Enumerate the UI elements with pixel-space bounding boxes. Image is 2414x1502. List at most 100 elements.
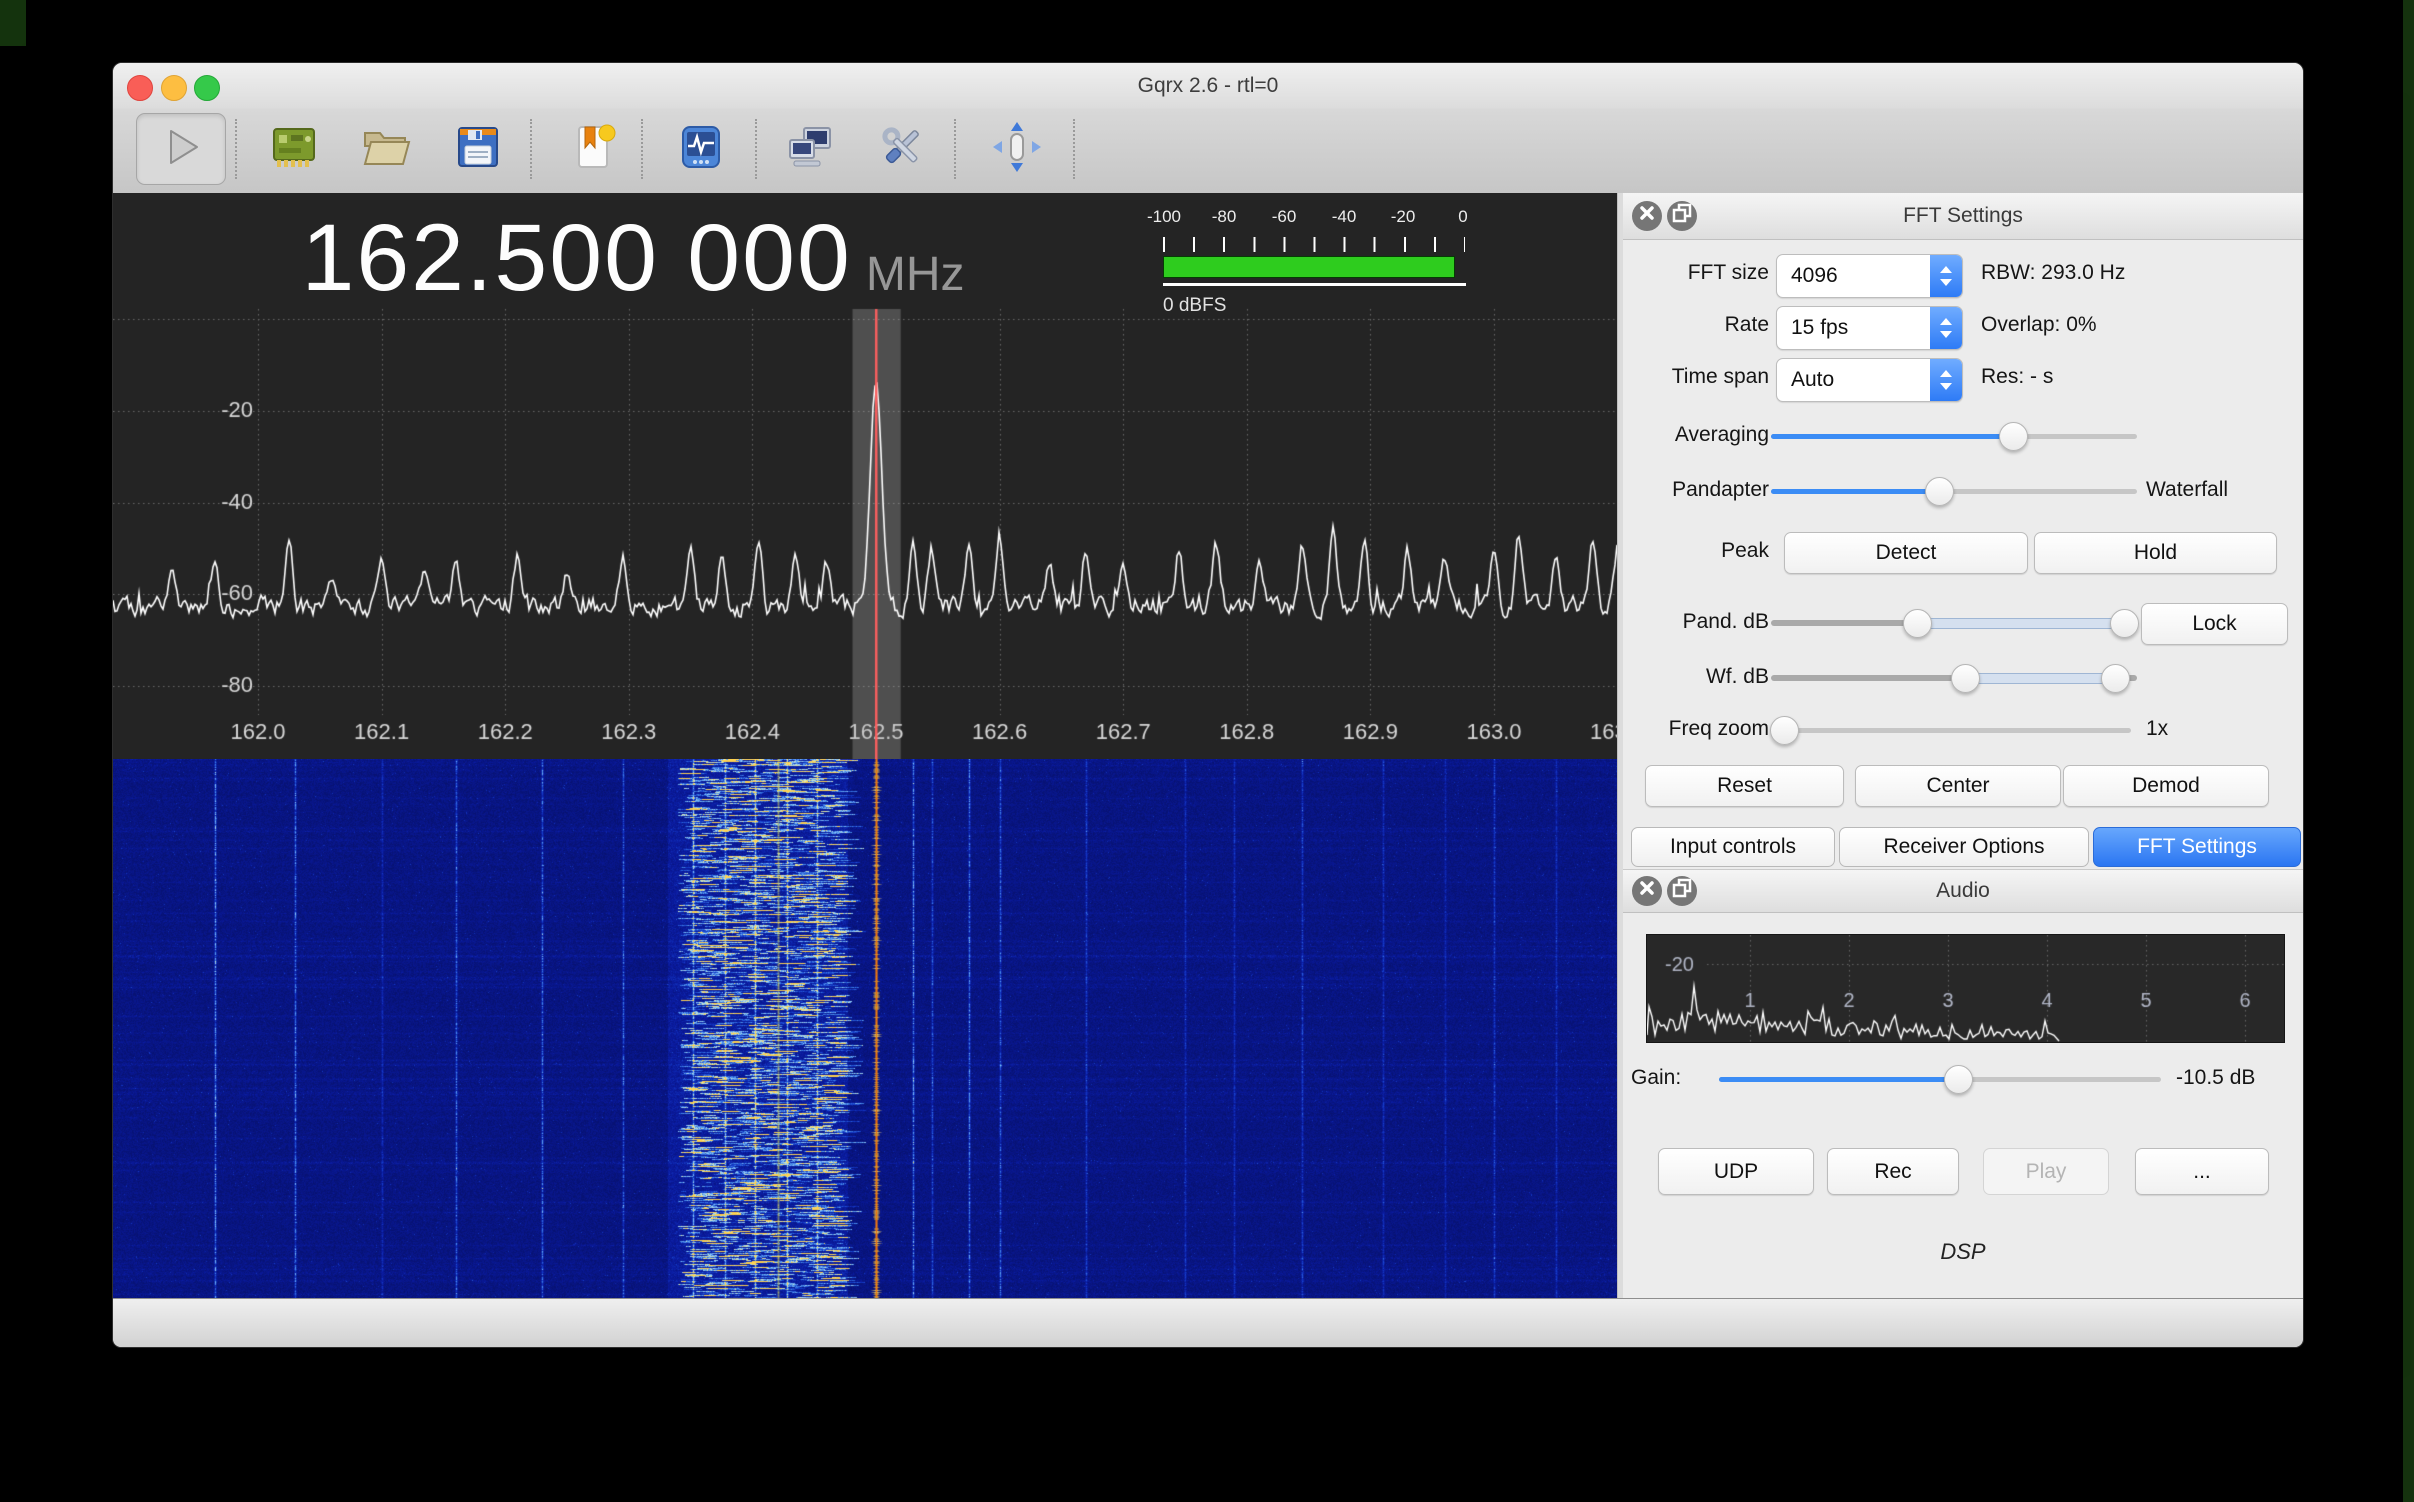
tools-icon <box>875 120 929 179</box>
meter-tick-label: -60 <box>1272 207 1297 227</box>
toolbar-separator <box>641 119 643 179</box>
rec-button[interactable]: Rec <box>1827 1148 1959 1195</box>
dbfs-meter-scale: -100 -80 -60 -40 -20 0 <box>1135 207 1495 229</box>
reset-button[interactable]: Reset <box>1645 765 1844 807</box>
gain-label: Gain: <box>1631 1066 1681 1090</box>
freq-zoom-readout: 1x <box>2146 717 2168 741</box>
desktop-wallpaper-edge <box>2403 0 2414 1502</box>
rate-label: Rate <box>1623 313 1769 337</box>
range-handle-high[interactable] <box>2110 609 2139 638</box>
pandapter-label: Pandapter <box>1623 478 1769 502</box>
toolbar-separator <box>530 119 532 179</box>
range-handle-high[interactable] <box>2101 664 2130 693</box>
pan-zoom-icon <box>990 120 1044 179</box>
toolbar-separator <box>1073 119 1075 179</box>
frequency-display[interactable]: 162.500 000MHz <box>113 209 1153 307</box>
start-dsp-button[interactable] <box>136 113 226 185</box>
audio-options-button[interactable]: ... <box>2135 1148 2269 1195</box>
slider-handle[interactable] <box>1999 422 2028 451</box>
res-info: Res: - s <box>1981 365 2053 389</box>
audio-gain-slider[interactable] <box>1719 1069 2161 1089</box>
tab-receiver-options[interactable]: Receiver Options <box>1839 827 2089 867</box>
fft-size-label: FFT size <box>1623 261 1769 285</box>
fft-size-value: 4096 <box>1777 264 1930 288</box>
overlap-info: Overlap: 0% <box>1981 313 2097 337</box>
device-config-icon <box>267 120 321 179</box>
wf-db-label: Wf. dB <box>1623 665 1769 689</box>
stepper-icon[interactable] <box>1930 307 1962 349</box>
tools-button[interactable] <box>870 117 934 181</box>
udp-button[interactable]: UDP <box>1658 1148 1814 1195</box>
window-chrome: Gqrx 2.6 - rtl=0 <box>113 63 2303 194</box>
dsp-footer-label: DSP <box>1623 1239 2303 1265</box>
toolbar-separator <box>235 119 237 179</box>
rate-select[interactable]: 15 fps <box>1776 306 1963 350</box>
meter-ticks <box>1163 237 1465 252</box>
meter-level-bar <box>1163 256 1455 278</box>
peak-detect-button[interactable]: Detect <box>1784 532 2028 574</box>
wf-db-range-slider[interactable] <box>1771 668 2137 688</box>
toolbar-separator <box>755 119 757 179</box>
lock-button[interactable]: Lock <box>2141 603 2288 645</box>
peak-hold-button[interactable]: Hold <box>2034 532 2277 574</box>
meter-value-label: 0 dBFS <box>1163 295 1226 317</box>
desktop: { "window": { "title": "Gqrx 2.6 - rtl=0… <box>0 0 2414 1502</box>
fft-display-icon <box>674 120 728 179</box>
gain-readout: -10.5 dB <box>2176 1066 2255 1090</box>
rbw-info: RBW: 293.0 Hz <box>1981 261 2125 285</box>
tab-input-controls[interactable]: Input controls <box>1631 827 1835 867</box>
peak-label: Peak <box>1623 539 1769 563</box>
stepper-icon[interactable] <box>1930 359 1962 401</box>
dbfs-meter: -100 -80 -60 -40 -20 0 0 dBFS <box>1135 207 1495 327</box>
dock-title: Audio <box>1623 879 2303 903</box>
meter-baseline <box>1163 283 1466 286</box>
rate-value: 15 fps <box>1777 316 1930 340</box>
waterfall-display[interactable] <box>113 759 1617 1299</box>
bookmarks-button[interactable] <box>562 117 626 181</box>
meter-tick-label: -40 <box>1332 207 1357 227</box>
freq-zoom-label: Freq zoom <box>1623 717 1769 741</box>
fft-settings-header: FFT Settings <box>1623 193 2303 240</box>
slider-handle[interactable] <box>1944 1065 1973 1094</box>
meter-tick-label: 0 <box>1458 207 1467 227</box>
center-button[interactable]: Center <box>1855 765 2061 807</box>
bookmarks-icon <box>567 120 621 179</box>
spectrum-area: 162.500 000MHz -100 -80 -60 -40 -20 0 0 … <box>113 193 1617 1299</box>
meter-tick-label: -100 <box>1147 207 1181 227</box>
time-span-select[interactable]: Auto <box>1776 358 1963 402</box>
desktop-wallpaper-corner <box>0 0 26 46</box>
pan-zoom-button[interactable] <box>985 117 1049 181</box>
demod-button[interactable]: Demod <box>2063 765 2269 807</box>
tab-fft-settings[interactable]: FFT Settings <box>2093 827 2301 867</box>
save-file-button[interactable] <box>446 117 510 181</box>
freq-zoom-slider[interactable] <box>1777 720 2131 740</box>
save-icon <box>451 120 505 179</box>
waterfall-label: Waterfall <box>2146 478 2228 502</box>
frequency-digits[interactable]: 162.500 000 <box>302 205 852 311</box>
slider-handle[interactable] <box>1770 716 1799 745</box>
configure-device-button[interactable] <box>262 117 326 181</box>
time-span-value: Auto <box>1777 368 1930 392</box>
open-file-button[interactable] <box>354 117 418 181</box>
dock-title: FFT Settings <box>1623 204 2303 228</box>
averaging-slider[interactable] <box>1771 426 2137 446</box>
range-handle-low[interactable] <box>1903 609 1932 638</box>
fft-display-button[interactable] <box>669 117 733 181</box>
slider-handle[interactable] <box>1925 477 1954 506</box>
window-title: Gqrx 2.6 - rtl=0 <box>113 74 2303 98</box>
time-span-label: Time span <box>1623 365 1769 389</box>
pandapter-waterfall-slider[interactable] <box>1771 481 2137 501</box>
pand-db-range-slider[interactable] <box>1771 613 2137 633</box>
play-button[interactable]: Play <box>1983 1148 2109 1195</box>
toolbar-separator <box>954 119 956 179</box>
audio-header: Audio <box>1623 869 2303 913</box>
control-panel: FFT Settings FFT size 4096 RBW: 293.0 Hz… <box>1623 193 2303 1299</box>
range-handle-low[interactable] <box>1951 664 1980 693</box>
pand-db-label: Pand. dB <box>1623 610 1769 634</box>
play-icon <box>154 120 208 179</box>
audio-spectrum-display <box>1646 934 2285 1043</box>
stepper-icon[interactable] <box>1930 255 1962 297</box>
fft-size-select[interactable]: 4096 <box>1776 254 1963 298</box>
meter-tick-label: -80 <box>1212 207 1237 227</box>
remote-control-button[interactable] <box>777 117 841 181</box>
